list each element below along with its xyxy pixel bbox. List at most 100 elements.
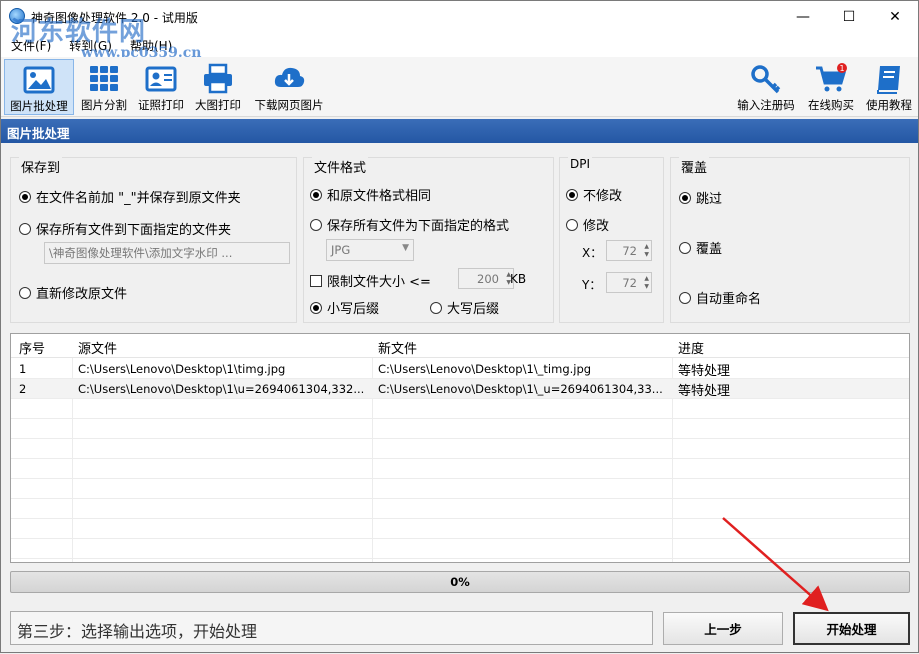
save-option-overwrite-original[interactable]: 直新修改原文件 <box>19 283 127 302</box>
option-label: 保存所有文件到下面指定的文件夹 <box>36 223 232 238</box>
tool-label: 图片分割 <box>81 98 127 112</box>
option-label: 限制文件大小 <= <box>327 275 431 290</box>
step-instruction: 第三步：选择输出选项，开始处理 <box>10 611 653 645</box>
tool-id-print[interactable]: 证照打印 <box>134 59 188 115</box>
table-row[interactable]: 1 C:\Users\Lenovo\Desktop\1\timg.jpg C:\… <box>11 359 909 379</box>
radio-checked[interactable] <box>310 188 322 201</box>
overwrite-option-skip[interactable]: 跳过 <box>679 188 722 207</box>
table-row-empty <box>11 419 909 439</box>
window-title: 神奇图像处理软件 2.0 - 试用版 <box>31 11 198 25</box>
overwrite-group: 覆盖 跳过 覆盖 自动重命名 <box>670 157 910 323</box>
limit-value: 200 <box>477 271 499 286</box>
option-label: 小写后缀 <box>327 302 380 317</box>
toolbar: 图片批处理 图片分割 证照打印 大图打印 下载网页图片 输入注册码 1 在线购买… <box>1 57 918 117</box>
cell-no: 2 <box>19 382 27 396</box>
radio[interactable] <box>310 218 322 231</box>
start-process-button[interactable]: 开始处理 <box>793 612 910 645</box>
table-row-empty <box>11 459 909 479</box>
tool-split[interactable]: 图片分割 <box>77 59 131 115</box>
cart-icon: 1 <box>816 63 847 92</box>
table-row-empty <box>11 479 909 499</box>
radio-checked[interactable] <box>679 191 691 204</box>
table-row[interactable]: 2 C:\Users\Lenovo\Desktop\1\u=2694061304… <box>11 379 909 399</box>
dpi-y-label: Y： <box>582 278 602 292</box>
tool-label: 下载网页图片 <box>254 98 324 112</box>
cell-new: C:\Users\Lenovo\Desktop\1\_timg.jpg <box>378 362 592 376</box>
suffix-lower-option[interactable]: 小写后缀 <box>310 298 379 317</box>
tool-buy-online[interactable]: 1 在线购买 <box>803 59 859 115</box>
cell-source: C:\Users\Lenovo\Desktop\1\u=2694061304,3… <box>78 382 365 396</box>
header-progress[interactable]: 进度 <box>678 338 704 357</box>
option-label: 修改 <box>583 219 610 234</box>
tool-large-print[interactable]: 大图打印 <box>191 59 245 115</box>
save-to-group: 保存到 在文件名前加 "_"并保存到原文件夹 保存所有文件到下面指定的文件夹 \… <box>10 157 297 323</box>
option-label: 和原文件格式相同 <box>327 189 432 204</box>
prev-step-button[interactable]: 上一步 <box>663 612 783 645</box>
dpi-option-keep[interactable]: 不修改 <box>566 185 622 204</box>
radio-checked[interactable] <box>310 301 322 314</box>
tool-label: 证照打印 <box>138 98 184 112</box>
cell-status: 等特处理 <box>678 364 731 379</box>
option-label: 覆盖 <box>696 242 723 257</box>
group-title: 文件格式 <box>312 157 369 176</box>
checkbox[interactable] <box>310 274 322 287</box>
tool-label: 使用教程 <box>866 98 912 112</box>
radio[interactable] <box>679 291 691 304</box>
radio[interactable] <box>566 218 578 231</box>
option-label: 不修改 <box>583 189 623 204</box>
radio-checked[interactable] <box>566 188 578 201</box>
save-option-prefix[interactable]: 在文件名前加 "_"并保存到原文件夹 <box>19 187 241 206</box>
table-row-empty <box>11 499 909 519</box>
tool-register[interactable]: 输入注册码 <box>733 59 799 115</box>
tool-label: 图片批处理 <box>10 99 68 113</box>
limit-size-input: 200 ▲ ▼ <box>458 268 514 289</box>
header-source[interactable]: 源文件 <box>78 338 117 357</box>
menu-goto[interactable]: 转到(G) <box>69 33 122 57</box>
tool-label: 输入注册码 <box>737 98 795 112</box>
cart-badge: 1 <box>839 64 844 73</box>
dpi-x-input: 72 ▲ ▼ <box>606 240 652 261</box>
save-option-folder[interactable]: 保存所有文件到下面指定的文件夹 <box>19 219 231 238</box>
progress-text: 0% <box>450 575 470 589</box>
radio-checked[interactable] <box>19 190 31 203</box>
tool-batch-process[interactable]: 图片批处理 <box>4 59 74 115</box>
format-option-specified[interactable]: 保存所有文件为下面指定的格式 <box>310 215 509 234</box>
tool-label: 大图打印 <box>195 98 241 112</box>
table-row-empty <box>11 539 909 559</box>
group-title: DPI <box>568 157 593 171</box>
file-format-group: 文件格式 和原文件格式相同 保存所有文件为下面指定的格式 JPG ▼ 限制文件大… <box>303 157 554 323</box>
tool-download-web[interactable]: 下载网页图片 <box>249 59 329 115</box>
table-row-empty <box>11 399 909 419</box>
dpi-x-label: X： <box>582 246 603 260</box>
folder-path-field: \神奇图像处理软件\添加文字水印 ... <box>44 242 290 264</box>
option-label: 大写后缀 <box>447 302 500 317</box>
tool-tutorial[interactable]: 使用教程 <box>861 59 917 115</box>
overwrite-option-rename[interactable]: 自动重命名 <box>679 288 761 307</box>
cell-status: 等特处理 <box>678 384 731 399</box>
overwrite-option-overwrite[interactable]: 覆盖 <box>679 238 722 257</box>
radio[interactable] <box>19 222 31 235</box>
menu-file[interactable]: 文件(F) <box>11 33 61 57</box>
suffix-upper-option[interactable]: 大写后缀 <box>430 298 499 317</box>
format-value: JPG <box>331 243 351 257</box>
format-option-same[interactable]: 和原文件格式相同 <box>310 185 431 204</box>
minimize-button[interactable]: — <box>780 1 826 33</box>
menu-help[interactable]: 帮助(H) <box>130 33 182 57</box>
section-title: 图片批处理 <box>1 119 918 143</box>
maximize-button[interactable]: ☐ <box>826 1 872 33</box>
chevron-down-icon: ▼ <box>402 243 409 253</box>
close-button[interactable]: ✕ <box>872 1 918 33</box>
header-new[interactable]: 新文件 <box>378 338 417 357</box>
file-table[interactable]: 序号 源文件 新文件 进度 1 C:\Users\Lenovo\Desktop\… <box>10 333 910 563</box>
radio[interactable] <box>19 286 31 299</box>
option-label: 直新修改原文件 <box>36 287 128 302</box>
cell-no: 1 <box>19 362 27 376</box>
table-header: 序号 源文件 新文件 进度 <box>11 334 909 358</box>
table-row-empty <box>11 439 909 459</box>
dpi-option-modify[interactable]: 修改 <box>566 215 609 234</box>
limit-size-checkbox[interactable]: 限制文件大小 <= <box>310 271 431 290</box>
radio[interactable] <box>430 301 442 314</box>
header-no[interactable]: 序号 <box>19 338 45 357</box>
cell-source: C:\Users\Lenovo\Desktop\1\timg.jpg <box>78 362 286 376</box>
radio[interactable] <box>679 241 691 254</box>
